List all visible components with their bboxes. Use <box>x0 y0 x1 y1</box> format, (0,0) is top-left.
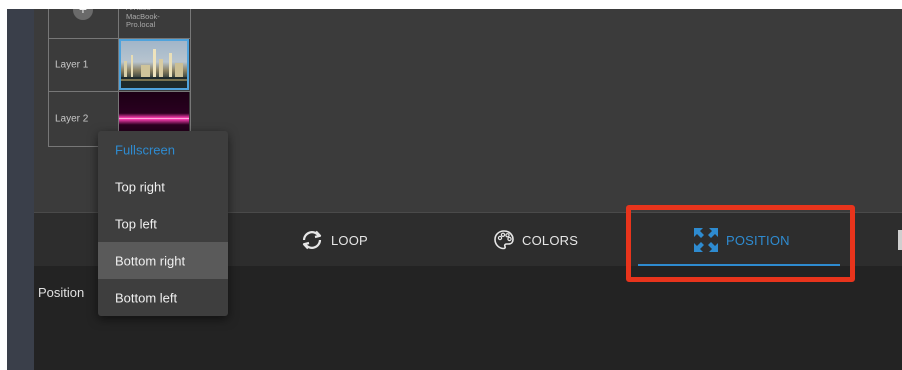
window-left-margin <box>0 0 7 370</box>
city-skyline-image <box>119 49 189 90</box>
tab-colors[interactable]: COLORS <box>492 213 578 267</box>
window-top-margin <box>0 0 902 9</box>
layer-row: Layer 1 <box>49 39 190 92</box>
menu-item-label: Bottom right <box>115 253 186 268</box>
tab-colors-label: COLORS <box>522 232 579 248</box>
menu-item-top-left[interactable]: Top left <box>98 205 228 242</box>
menu-item-label: Top left <box>115 216 157 231</box>
palette-icon <box>492 228 516 252</box>
host-name-line: Pro.local <box>126 20 156 29</box>
tab-loop[interactable]: LOOP <box>299 213 368 267</box>
annotation-highlight-box <box>626 205 855 282</box>
layer-label: Layer 1 <box>55 59 89 71</box>
tab-loop-label: LOOP <box>331 232 368 248</box>
menu-item-bottom-left[interactable]: Bottom left <box>98 279 228 316</box>
layer-label: Layer 2 <box>55 113 89 125</box>
next-tab-icon-partial[interactable] <box>898 230 902 250</box>
menu-item-label: Top right <box>115 179 165 194</box>
sidebar-edge <box>7 0 34 370</box>
position-field-label: Position <box>38 285 85 300</box>
layer-1-clip-thumbnail[interactable] <box>119 39 189 90</box>
layer-grid: + ArKaos- MacBook- Pro.local Layer 1 <box>48 0 191 147</box>
menu-item-label: Bottom left <box>115 290 178 305</box>
menu-item-top-right[interactable]: Top right <box>98 168 228 205</box>
menu-item-fullscreen[interactable]: Fullscreen <box>98 131 228 168</box>
loop-icon <box>299 227 325 253</box>
menu-item-bottom-right[interactable]: Bottom right <box>98 242 228 279</box>
position-dropdown-menu: Fullscreen Top right Top left Bottom rig… <box>98 131 228 316</box>
menu-item-label: Fullscreen <box>115 142 175 157</box>
layer-label-cell[interactable]: Layer 1 <box>49 39 119 91</box>
